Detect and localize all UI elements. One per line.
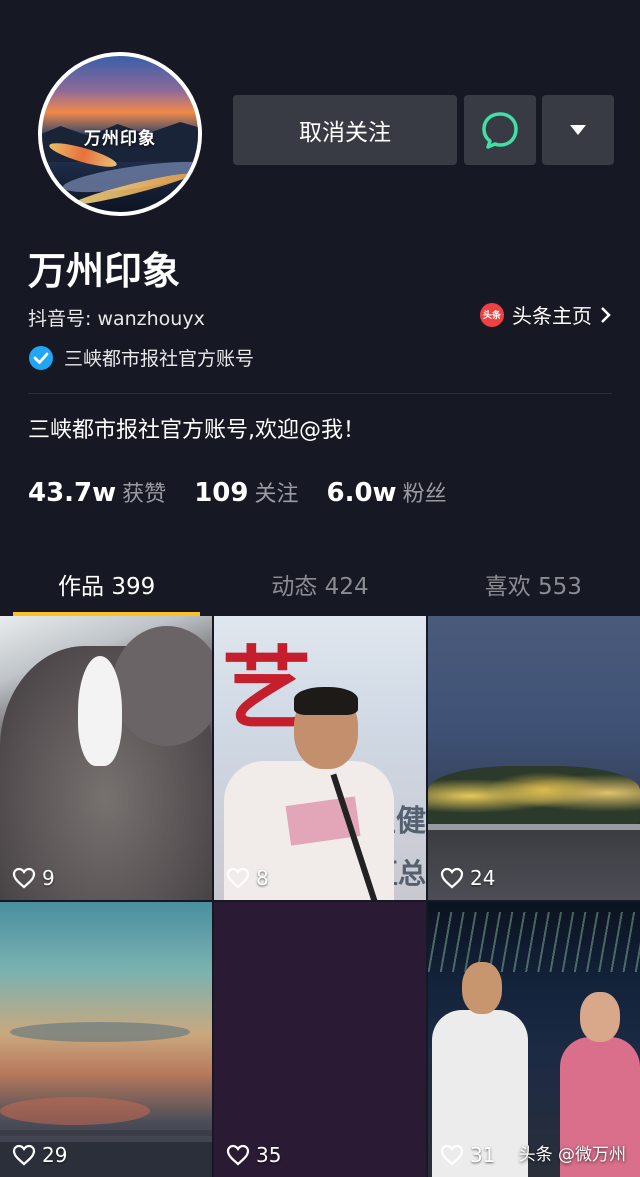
- video-likes: 31: [440, 1143, 495, 1167]
- toutiao-homepage-link[interactable]: 头条 头条主页: [480, 300, 612, 329]
- avatar-logo-text: 万州印象: [84, 129, 156, 149]
- singer-man-head: [462, 962, 502, 1014]
- video-likes-count: 9: [42, 866, 55, 890]
- thumb-bridge-deck: [0, 1130, 212, 1136]
- tab-dynamics[interactable]: 动态 424: [213, 552, 426, 616]
- video-likes: 29: [12, 1143, 67, 1167]
- thumb-rail: [428, 824, 640, 830]
- message-bubble-icon: [482, 112, 518, 149]
- more-options-button[interactable]: [542, 95, 614, 165]
- caret-down-icon: [570, 125, 586, 135]
- video-likes: 24: [440, 866, 495, 890]
- douyin-id: 抖音号: wanzhouyx: [28, 308, 205, 330]
- video-thumbnail[interactable]: 29: [0, 902, 212, 1177]
- stat-following[interactable]: 109 关注: [194, 476, 298, 508]
- stat-likes[interactable]: 43.7w 获赞: [28, 476, 166, 508]
- heart-icon: [12, 1144, 36, 1166]
- thumb-cloud-2: [0, 1097, 150, 1125]
- video-thumbnail[interactable]: 24: [428, 616, 640, 900]
- thumb-trees: [428, 766, 640, 826]
- stat-following-value: 109: [194, 478, 249, 508]
- profile-tabs: 作品 399 动态 424 喜欢 553: [0, 552, 640, 616]
- video-thumbnail[interactable]: 9: [0, 616, 212, 900]
- video-thumbnail[interactable]: 35: [214, 902, 426, 1177]
- video-likes-count: 24: [470, 866, 496, 890]
- video-likes-count: 8: [256, 866, 269, 890]
- verified-badge-icon: [29, 345, 53, 370]
- singer-woman-head: [580, 992, 620, 1042]
- profile-avatar[interactable]: 万州印象: [38, 52, 202, 216]
- stat-likes-label: 获赞: [122, 482, 167, 507]
- watermark: 头条 @微万州: [518, 1145, 626, 1165]
- stat-followers-label: 粉丝: [402, 482, 447, 507]
- speaker-hair: [294, 687, 358, 715]
- stat-likes-value: 43.7w: [28, 478, 117, 508]
- unfollow-button[interactable]: 取消关注: [233, 95, 457, 165]
- verified-text: 三峡都市报社官方账号: [64, 348, 255, 370]
- video-likes: 35: [226, 1143, 281, 1167]
- heart-icon: [226, 1144, 250, 1166]
- video-thumbnail[interactable]: 艺 主健 区总 8: [214, 616, 426, 900]
- divider: [28, 393, 612, 394]
- heart-icon: [12, 867, 36, 889]
- tab-likes[interactable]: 喜欢 553: [427, 552, 640, 616]
- stat-followers-value: 6.0w: [326, 478, 397, 508]
- heart-icon: [440, 867, 464, 889]
- verification-row: 三峡都市报社官方账号: [28, 344, 254, 371]
- video-grid: 9 艺 主健 区总 8 24 29 35 31: [0, 616, 640, 1177]
- stat-followers[interactable]: 6.0w 粉丝: [326, 476, 446, 508]
- thumb-cat-head: [112, 626, 212, 746]
- video-likes-count: 35: [256, 1143, 282, 1167]
- video-likes: 9: [12, 866, 55, 890]
- video-likes-count: 29: [42, 1143, 68, 1167]
- thumb-cloud: [10, 1022, 190, 1042]
- stats-row: 43.7w 获赞 109 关注 6.0w 粉丝: [28, 476, 447, 508]
- toutiao-link-label: 头条主页: [512, 304, 592, 328]
- video-likes: 8: [226, 866, 269, 890]
- heart-icon: [440, 1144, 464, 1166]
- tab-works[interactable]: 作品 399: [0, 552, 213, 616]
- video-likes-count: 31: [470, 1143, 496, 1167]
- heart-icon: [226, 867, 250, 889]
- profile-bio: 三峡都市报社官方账号,欢迎@我！: [28, 418, 365, 443]
- message-button[interactable]: [464, 95, 536, 165]
- profile-name: 万州印象: [28, 249, 181, 293]
- chevron-right-icon: [601, 306, 611, 323]
- video-thumbnail[interactable]: 31: [428, 902, 640, 1177]
- thumb-mouse: [78, 656, 122, 766]
- toutiao-logo-icon: 头条: [480, 302, 504, 327]
- stat-following-label: 关注: [254, 482, 299, 507]
